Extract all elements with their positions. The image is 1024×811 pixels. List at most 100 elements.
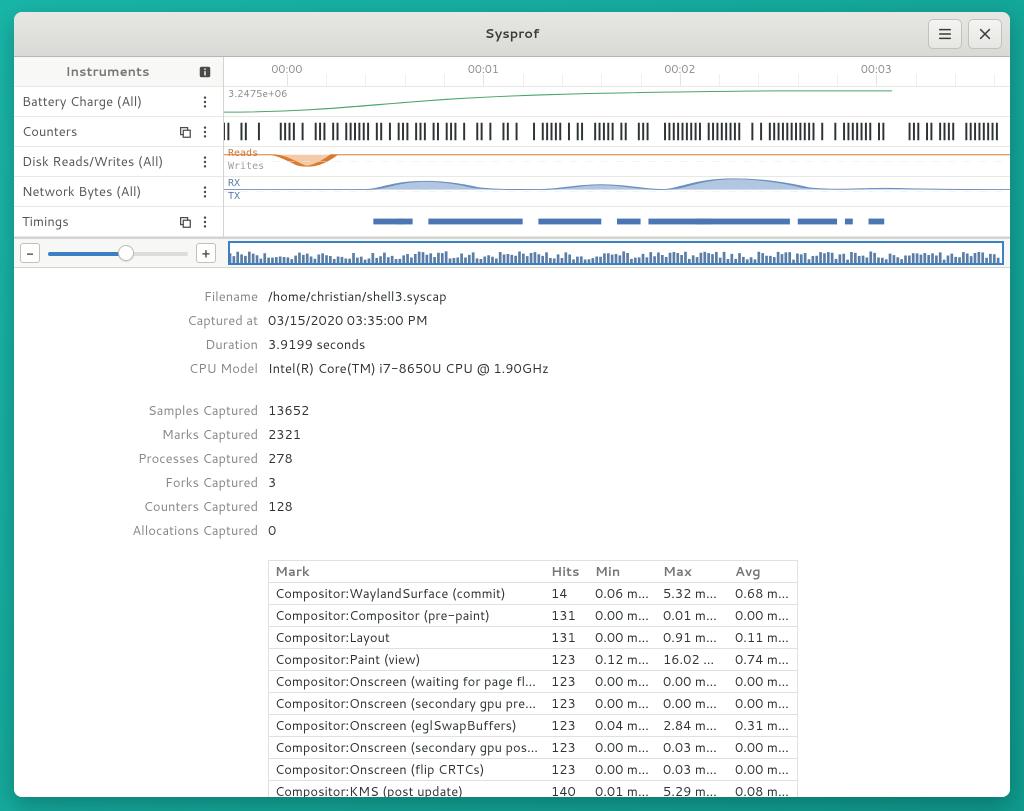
- overview-strip[interactable]: [228, 241, 1004, 265]
- slider-fill: [48, 252, 123, 256]
- ruler-minor: [444, 74, 445, 86]
- kebab-icon: [198, 125, 212, 139]
- marks-cell-min: 0.00 msec: [589, 761, 657, 779]
- samples-value: 13652: [268, 402, 986, 420]
- row-menu-button[interactable]: [195, 212, 215, 232]
- marks-cell-max: 5.29 msec: [657, 783, 729, 798]
- sidebar-item-label: Timings: [20, 213, 175, 231]
- ruler-minor: [641, 74, 642, 86]
- ruler-gridline: [876, 74, 877, 86]
- zoom-slider[interactable]: [48, 243, 188, 263]
- marks-row[interactable]: Compositor:Onscreen (waiting for page fl…: [269, 671, 797, 693]
- duration-key: Duration: [38, 336, 258, 354]
- marks-cell-min: 0.00 msec: [589, 695, 657, 713]
- row-menu-button[interactable]: [195, 182, 215, 202]
- timeline-battery[interactable]: 3.2475e+06: [224, 87, 1010, 117]
- cpu-key: CPU Model: [38, 360, 258, 378]
- timeline-disk[interactable]: Reads Writes: [224, 147, 1010, 177]
- filename-key: Filename: [38, 288, 258, 306]
- marks-row[interactable]: Compositor:Onscreen (eglSwapBuffers)1230…: [269, 715, 797, 737]
- info-icon-button[interactable]: [195, 62, 215, 82]
- marks-cell-min: 0.00 msec: [589, 739, 657, 757]
- marks-row[interactable]: Compositor:Layout1310.00 msec0.91 msec0.…: [269, 627, 797, 649]
- overview-graph-icon: [230, 243, 1002, 263]
- windows-icon-button[interactable]: [175, 212, 195, 232]
- marks-cell-hits: 123: [545, 761, 589, 779]
- col-max[interactable]: Max: [657, 563, 729, 581]
- row-menu-button[interactable]: [195, 152, 215, 172]
- counters-key: Counters Captured: [38, 498, 258, 516]
- zoom-out-button[interactable]: −: [20, 243, 40, 263]
- marks-cell-hits: 14: [545, 585, 589, 603]
- marks-row[interactable]: Compositor:Paint (view)1230.12 msec16.02…: [269, 649, 797, 671]
- windows-icon-button[interactable]: [175, 122, 195, 142]
- timeline-network[interactable]: RX TX: [224, 177, 1010, 207]
- marks-cell-mark: Compositor:Onscreen (waiting for page fl…: [269, 673, 545, 691]
- menu-button[interactable]: [928, 19, 962, 49]
- col-min[interactable]: Min: [589, 563, 657, 581]
- marks-cell-max: 0.03 msec: [657, 761, 729, 779]
- instruments-panel: Instruments Battery Charge (All)Counters…: [14, 57, 1010, 238]
- marks-cell-hits: 123: [545, 673, 589, 691]
- marks-value: 2321: [268, 426, 986, 444]
- forks-value: 3: [268, 474, 986, 492]
- ruler-gridline: [483, 74, 484, 86]
- marks-cell-min: 0.04 msec: [589, 717, 657, 735]
- sidebar-item[interactable]: Battery Charge (All): [14, 87, 223, 117]
- time-ruler[interactable]: 00:0000:0100:0200:03: [224, 57, 1010, 87]
- col-hits[interactable]: Hits: [545, 563, 589, 581]
- marks-cell-mark: Compositor:Onscreen (secondary gpu post-…: [269, 739, 545, 757]
- marks-cell-avg: 0.00 msec: [729, 607, 797, 625]
- zoom-in-button[interactable]: +: [196, 243, 216, 263]
- marks-cell-max: 0.91 msec: [657, 629, 729, 647]
- sidebar-item[interactable]: Counters: [14, 117, 223, 147]
- marks-key: Marks Captured: [38, 426, 258, 444]
- marks-cell-max: 2.84 msec: [657, 717, 729, 735]
- windows-icon: [178, 125, 192, 139]
- timeline-timings[interactable]: [224, 207, 1010, 237]
- details-pane[interactable]: Filename /home/christian/shell3.syscap C…: [14, 268, 1010, 797]
- filename-value: /home/christian/shell3.syscap: [268, 288, 986, 306]
- marks-cell-avg: 0.11 msec: [729, 629, 797, 647]
- row-menu-button[interactable]: [195, 122, 215, 142]
- marks-cell-hits: 123: [545, 695, 589, 713]
- forks-key: Forks Captured: [38, 474, 258, 492]
- sidebar-item[interactable]: Network Bytes (All): [14, 177, 223, 207]
- marks-row[interactable]: Compositor:Onscreen (secondary gpu post-…: [269, 737, 797, 759]
- marks-cell-hits: 140: [545, 783, 589, 798]
- marks-cell-min: 0.01 msec: [589, 783, 657, 798]
- ruler-minor: [405, 74, 406, 86]
- marks-row[interactable]: Compositor:KMS (post update)1400.01 msec…: [269, 781, 797, 797]
- kebab-icon: [198, 155, 212, 169]
- close-button[interactable]: [968, 19, 1002, 49]
- marks-cell-min: 0.00 msec: [589, 629, 657, 647]
- row-menu-button[interactable]: [195, 92, 215, 112]
- marks-cell-avg: 0.08 msec: [729, 783, 797, 798]
- battery-line-icon: [224, 87, 1010, 116]
- sidebar-item[interactable]: Disk Reads/Writes (All): [14, 147, 223, 177]
- timeline-area[interactable]: 00:0000:0100:0200:03 3.2475e+06 Reads Wr…: [224, 57, 1010, 237]
- marks-row[interactable]: Compositor:Onscreen (secondary gpu pre-s…: [269, 693, 797, 715]
- allocs-value: 0: [268, 522, 986, 540]
- slider-thumb[interactable]: [118, 245, 134, 261]
- marks-cell-mark: Compositor:Onscreen (secondary gpu pre-s…: [269, 695, 545, 713]
- ruler-gridline: [680, 74, 681, 86]
- sidebar-item-label: Battery Charge (All): [20, 93, 195, 111]
- info-icon: [198, 65, 212, 79]
- ruler-minor: [994, 74, 995, 86]
- marks-cell-mark: Compositor:Compositor (pre-paint): [269, 607, 545, 625]
- col-avg[interactable]: Avg: [729, 563, 797, 581]
- procs-key: Processes Captured: [38, 450, 258, 468]
- marks-row[interactable]: Compositor:Onscreen (flip CRTCs)1230.00 …: [269, 759, 797, 781]
- timeline-counters[interactable]: [224, 117, 1010, 147]
- samples-key: Samples Captured: [38, 402, 258, 420]
- capture-info: Filename /home/christian/shell3.syscap C…: [38, 288, 986, 540]
- instruments-sidebar: Instruments Battery Charge (All)Counters…: [14, 57, 224, 237]
- sidebar-item[interactable]: Timings: [14, 207, 223, 237]
- sidebar-item-label: Counters: [20, 123, 175, 141]
- marks-cell-max: 0.00 msec: [657, 673, 729, 691]
- col-mark[interactable]: Mark: [269, 563, 545, 581]
- marks-row[interactable]: Compositor:WaylandSurface (commit)140.06…: [269, 583, 797, 605]
- network-area-icon: [224, 177, 1010, 206]
- marks-row[interactable]: Compositor:Compositor (pre-paint)1310.00…: [269, 605, 797, 627]
